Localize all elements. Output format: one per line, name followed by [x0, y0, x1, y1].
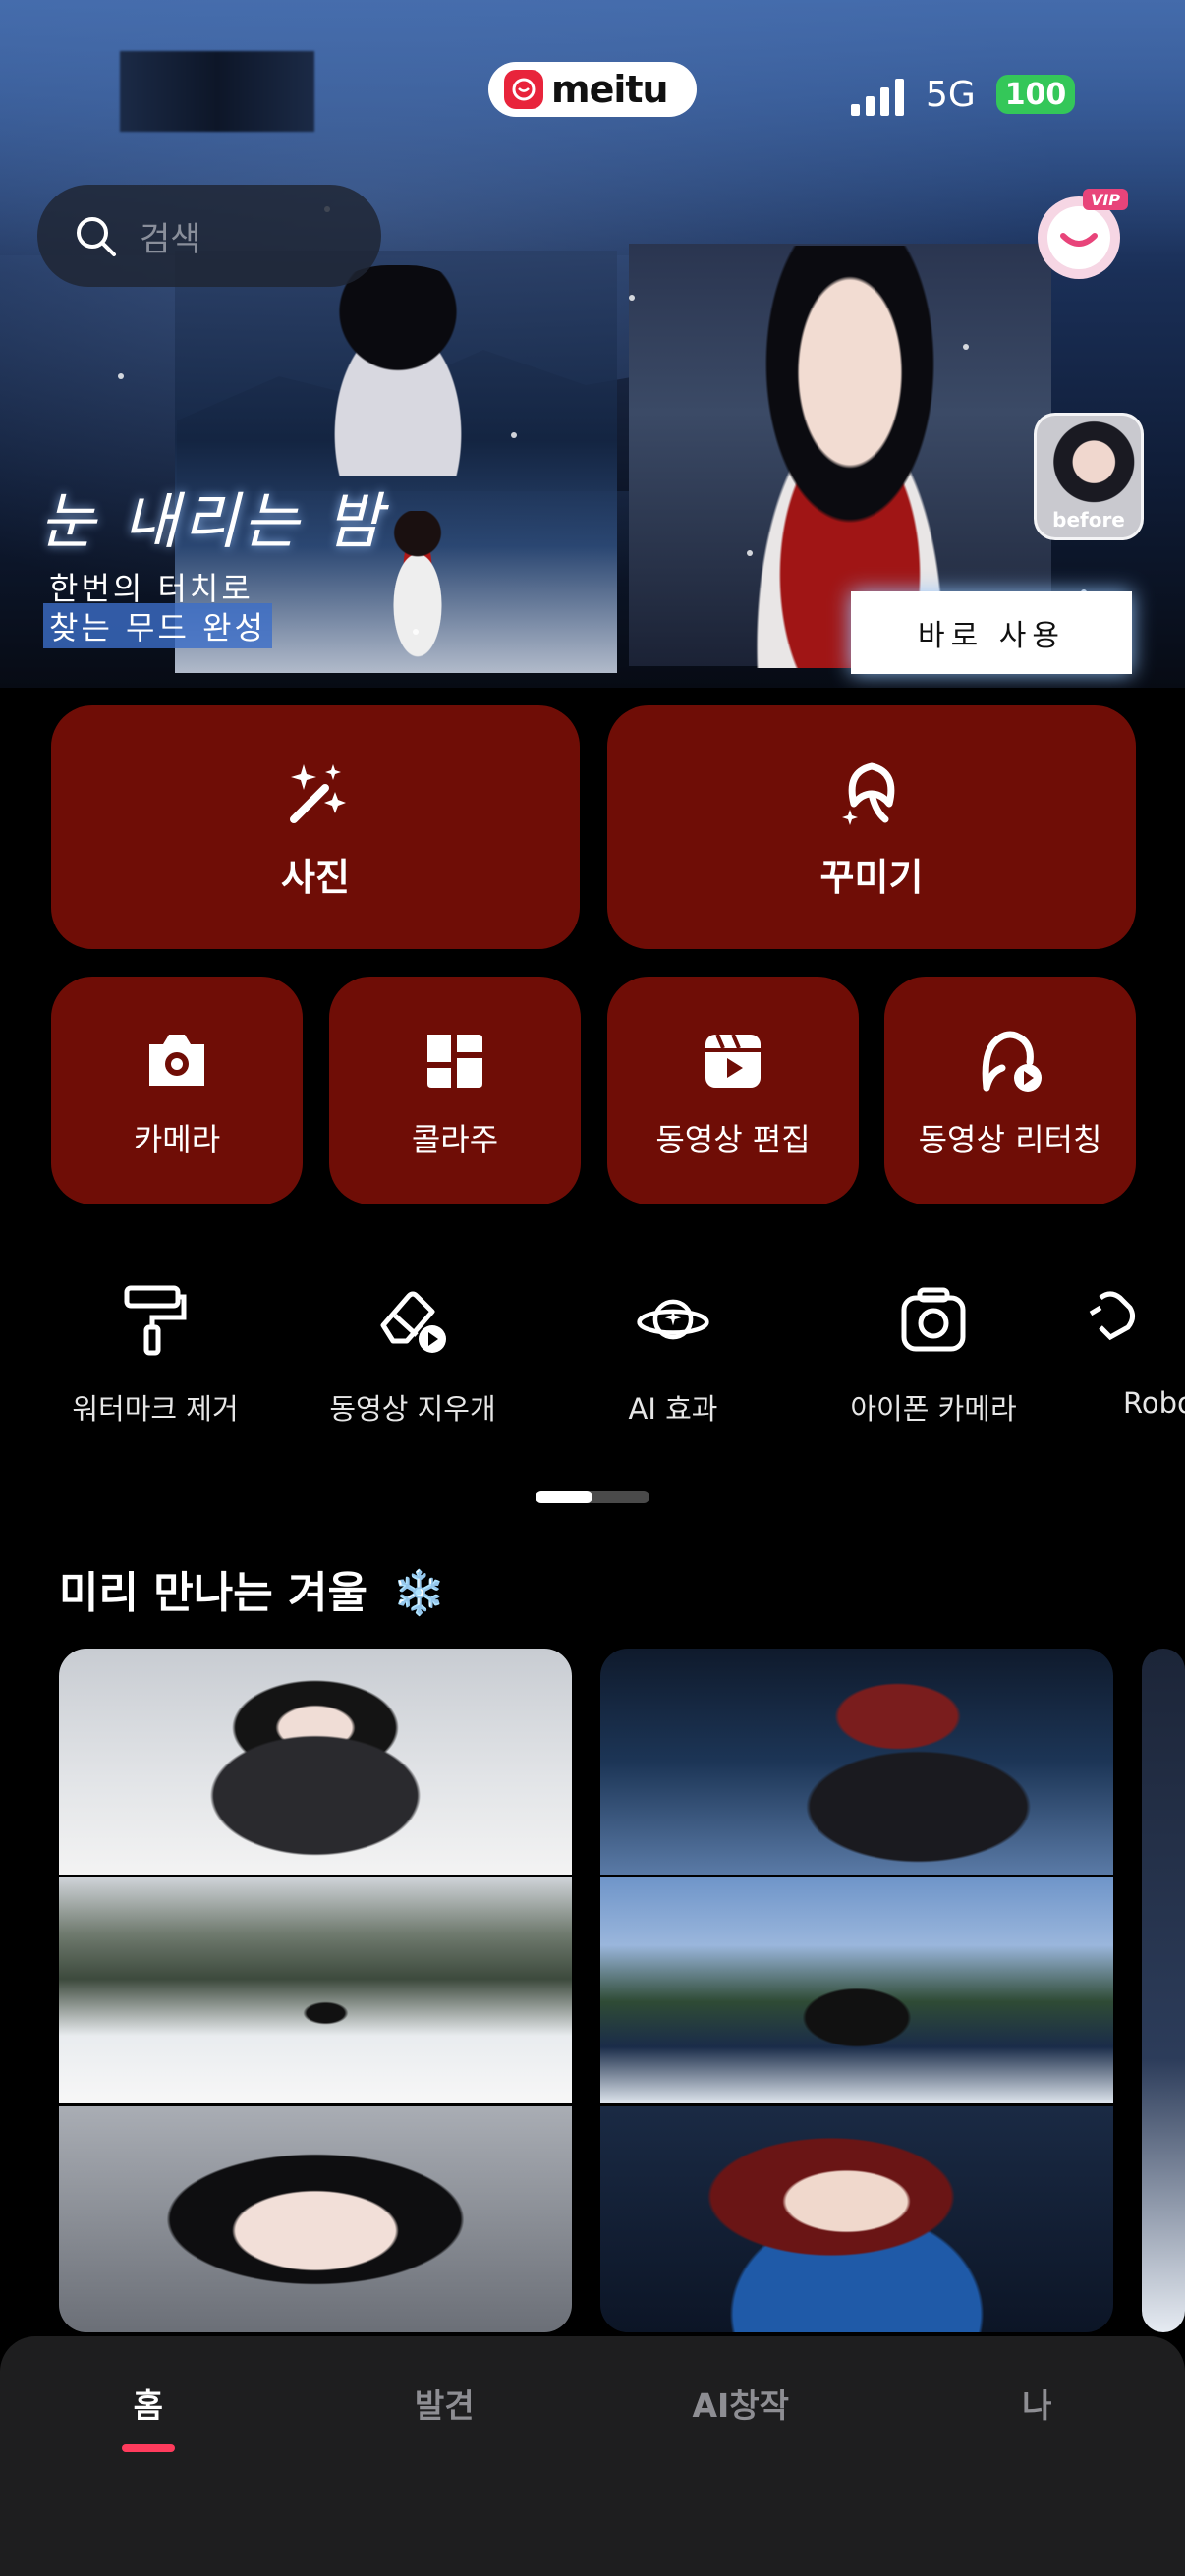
nav-home-label: 홈 — [133, 2386, 163, 2425]
collage-label: 콜라주 — [411, 1121, 499, 1158]
video-edit-label: 동영상 편집 — [655, 1121, 811, 1158]
card-2-image-bottom — [600, 2106, 1113, 2332]
nav-ai-create-label: AI창작 — [692, 2386, 790, 2425]
section-title-text: 미리 만나는 겨울 — [59, 1568, 367, 1618]
magic-wand-icon — [276, 755, 355, 833]
camera-label: 카메라 — [133, 1121, 221, 1158]
video-edit-icon — [694, 1021, 772, 1099]
bottom-nav: 홈 발견 AI창작 나 — [0, 2336, 1185, 2576]
nav-active-indicator — [121, 2444, 175, 2452]
robot-icon — [1071, 1282, 1146, 1357]
video-retouch-label: 동영상 리터칭 — [918, 1121, 1102, 1158]
robot-tool[interactable]: Robo — [1071, 1282, 1185, 1420]
nav-home[interactable]: 홈 — [0, 2336, 297, 2474]
ai-effect-label: AI 효과 — [628, 1392, 718, 1426]
meitu-logo-icon — [504, 70, 543, 109]
meitu-logo: meitu — [488, 62, 697, 117]
page-indicator — [536, 1491, 649, 1503]
template-card-3[interactable] — [1142, 1649, 1185, 2332]
search-icon — [77, 217, 116, 256]
iphone-camera-icon — [896, 1282, 971, 1357]
video-eraser-tool[interactable]: 동영상 지우개 — [295, 1282, 531, 1428]
banner-model-standing — [373, 511, 462, 668]
banner-model-back — [300, 265, 496, 476]
beautify-label: 꾸미기 — [819, 855, 924, 899]
template-card-2[interactable] — [600, 1649, 1113, 2332]
svg-text:VIP: VIP — [1091, 191, 1120, 209]
video-eraser-label: 동영상 지우개 — [329, 1392, 496, 1426]
search-placeholder: 검색 — [140, 219, 201, 259]
template-card-1[interactable] — [59, 1649, 572, 2332]
banner-subtitle-2: 찾는 무드 완성 — [43, 603, 272, 648]
camera-tile[interactable]: 카메라 — [51, 977, 303, 1204]
beautify-tile[interactable]: 꾸미기 — [607, 705, 1136, 949]
card-2-image-middle — [600, 1877, 1113, 2106]
snowflake-icon: ❄️ — [392, 1568, 447, 1618]
iphone-camera-label: 아이폰 카메라 — [850, 1392, 1017, 1426]
collage-tile[interactable]: 콜라주 — [329, 977, 581, 1204]
nav-me[interactable]: 나 — [889, 2336, 1185, 2474]
network-label: 5G — [926, 75, 976, 115]
paint-roller-icon — [118, 1282, 193, 1357]
collage-icon — [416, 1021, 494, 1099]
nav-discover-label: 발견 — [414, 2386, 475, 2425]
meitu-wordmark: meitu — [551, 68, 669, 111]
card-1-image-bottom — [59, 2106, 572, 2332]
status-time-redacted — [120, 51, 314, 132]
eraser-video-icon — [375, 1282, 450, 1357]
card-2-image-top — [600, 1649, 1113, 1877]
iphone-camera-tool[interactable]: 아이폰 카메라 — [816, 1282, 1051, 1428]
video-retouch-tile[interactable]: 동영상 리터칭 — [884, 977, 1136, 1204]
camera-icon — [138, 1021, 216, 1099]
battery-indicator: 100 — [996, 75, 1075, 114]
nav-me-label: 나 — [1022, 2386, 1052, 2425]
use-now-button[interactable]: 바로 사용 — [851, 591, 1132, 674]
nav-discover[interactable]: 발견 — [297, 2336, 593, 2474]
planet-sparkle-icon — [636, 1282, 710, 1357]
photo-edit-label: 사진 — [281, 855, 350, 899]
photo-edit-tile[interactable]: 사진 — [51, 705, 580, 949]
page-indicator-active — [536, 1491, 592, 1503]
watermark-remove-label: 워터마크 제거 — [72, 1392, 239, 1426]
video-edit-tile[interactable]: 동영상 편집 — [607, 977, 859, 1204]
card-1-image-top — [59, 1649, 572, 1877]
search-bar[interactable]: 검색 — [37, 185, 381, 287]
nav-ai-create[interactable]: AI창작 — [592, 2336, 889, 2474]
before-thumbnail[interactable]: before — [1034, 413, 1144, 540]
video-retouch-icon — [971, 1021, 1049, 1099]
banner-title: 눈 내리는 밤 — [39, 485, 386, 557]
card-1-image-middle — [59, 1877, 572, 2106]
section-title: 미리 만나는 겨울 ❄️ — [59, 1557, 446, 1620]
face-beauty-icon — [832, 755, 911, 833]
watermark-remove-tool[interactable]: 워터마크 제거 — [37, 1282, 273, 1428]
before-label: before — [1052, 508, 1125, 532]
signal-icon — [851, 79, 904, 116]
ai-effect-tool[interactable]: AI 효과 — [555, 1282, 791, 1428]
robot-label: Robo — [1123, 1386, 1185, 1420]
vip-badge-icon[interactable]: VIP — [1034, 183, 1132, 281]
